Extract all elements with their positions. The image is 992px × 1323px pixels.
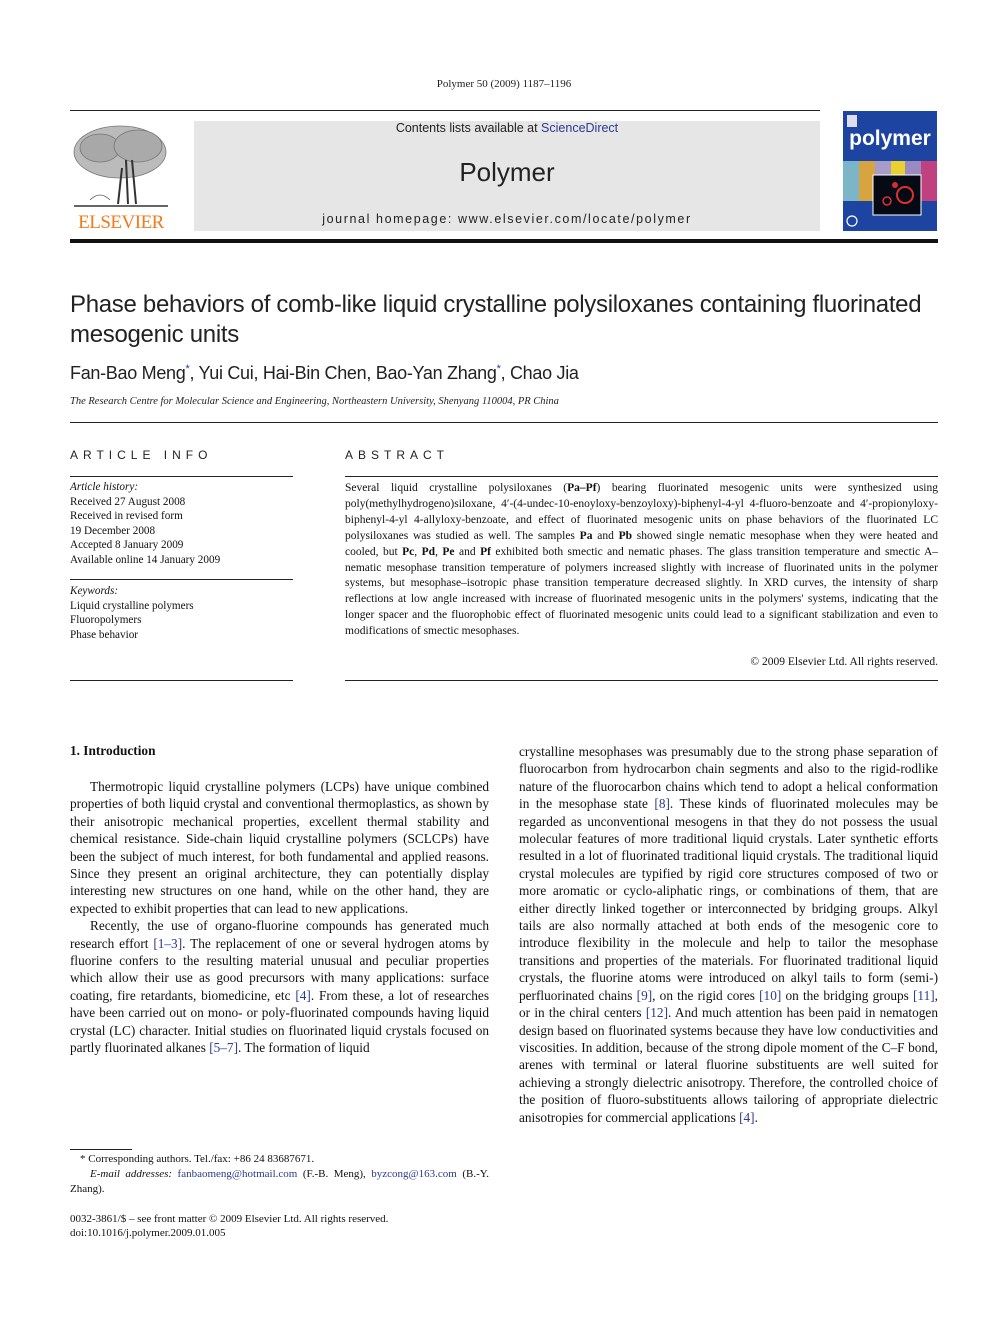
body-paragraph: Recently, the use of organo-fluorine com… [70,917,489,1056]
citation-link[interactable]: [11] [913,988,935,1003]
corresponding-author-footnote: * Corresponding authors. Tel./fax: +86 2… [70,1152,489,1197]
email-owner: (F.-B. Meng), [302,1168,366,1180]
title-divider [70,422,938,423]
sample-label: Pd [421,545,436,558]
elsevier-wordmark: ELSEVIER [78,212,164,233]
citation-link[interactable]: [9] [637,988,653,1003]
article-info-rule [70,476,293,477]
cover-art-icon [843,115,937,227]
contents-prefix: Contents lists available at [395,121,542,135]
text-run: and [592,529,619,542]
sample-label: Pc [402,545,415,558]
abstract-copyright: © 2009 Elsevier Ltd. All rights reserved… [750,656,938,668]
history-item: Accepted 8 January 2009 [70,539,184,552]
citation-link[interactable]: [4] [295,988,311,1003]
abstract-text: Several liquid crystalline polysiloxanes… [345,481,938,640]
doi-link[interactable]: doi:10.1016/j.polymer.2009.01.005 [70,1226,489,1240]
article-info-rule [70,680,293,681]
author-name[interactable]: Bao-Yan Zhang [376,363,497,383]
corresponding-mark[interactable]: * [185,363,189,375]
front-matter: 0032-3861/$ – see front matter © 2009 El… [70,1212,489,1241]
history-label: Article history: [70,481,139,493]
text-run: , on the rigid cores [652,987,760,1003]
history-item: 19 December 2008 [70,524,156,537]
sciencedirect-link[interactable]: ScienceDirect [541,121,618,135]
text-run: , [414,545,422,558]
contents-line: Contents lists available at ScienceDirec… [194,121,820,135]
author-name[interactable]: Chao Jia [510,363,579,383]
text-run: . The formation of liquid [238,1040,370,1056]
footnote-corresponding: Corresponding authors. Tel./fax: +86 24 … [88,1153,315,1165]
header-thick-rule [70,239,938,243]
author-list: Fan-Bao Meng*, Yui Cui, Hai-Bin Chen, Ba… [70,363,579,383]
text-run: Several liquid crystalline polysiloxanes… [345,482,568,494]
journal-homepage-link[interactable]: journal homepage: www.elsevier.com/locat… [194,212,820,226]
corresponding-mark[interactable]: * [497,363,501,375]
text-run: Thermotropic liquid crystalline polymers… [70,779,489,916]
citation-link[interactable]: [12] [646,1005,668,1020]
abstract-heading: ABSTRACT [345,448,450,462]
email-link-meng[interactable]: fanbaomeng@hotmail.com [178,1168,298,1180]
elsevier-logo[interactable]: ELSEVIER [70,120,172,234]
text-run: on the bridging groups [781,987,913,1003]
sample-label: Pb [618,529,633,542]
article-title: Phase behaviors of comb-like liquid crys… [70,291,922,348]
keyword-item: Liquid crystalline polymers [70,599,194,612]
citation-link[interactable]: [10] [759,988,781,1003]
history-item: Received in revised form [70,510,183,523]
keyword-item: Fluoropolymers [70,614,142,627]
footnote-mark: * [80,1153,86,1165]
email-link-zhang[interactable]: byzcong@163.com [371,1168,457,1180]
text-run: . [754,1109,758,1125]
body-column-left: Thermotropic liquid crystalline polymers… [70,778,489,1057]
keywords: Keywords: Liquid crystalline polymers Fl… [70,584,293,642]
author-name[interactable]: Hai-Bin Chen [263,363,367,383]
body-paragraph: Thermotropic liquid crystalline polymers… [70,778,489,917]
sample-label: Pa [579,529,593,542]
abstract-rule [345,680,938,681]
keyword-item: Phase behavior [70,628,139,641]
article-history: Article history: Received 27 August 2008… [70,480,293,568]
text-run: exhibited both smectic and nematic phase… [345,545,939,638]
footnote-rule [70,1149,132,1150]
body-paragraph: crystalline mesophases was presumably du… [519,743,938,1126]
citation-link[interactable]: [1–3] [153,936,182,951]
sample-label: Pf [480,545,491,558]
text-run: . These kinds of fluorinated molecules m… [519,796,939,1003]
journal-reference: Polymer 50 (2009) 1187–1196 [436,78,572,90]
journal-title: Polymer [459,157,555,187]
keywords-label: Keywords: [70,585,119,597]
email-label: E-mail addresses: [90,1168,173,1180]
citation-link[interactable]: [5–7] [209,1040,238,1055]
elsevier-tree-icon [73,125,168,207]
citation-link[interactable]: [4] [739,1110,755,1125]
article-info-heading: ARTICLE INFO [70,448,213,462]
section-heading-introduction: 1. Introduction [70,743,156,758]
issn-line: 0032-3861/$ – see front matter © 2009 El… [70,1213,389,1225]
history-item: Available online 14 January 2009 [70,553,221,566]
abstract-rule [345,476,938,477]
affiliation: The Research Centre for Molecular Scienc… [70,396,559,407]
body-column-right: crystalline mesophases was presumably du… [519,743,938,1126]
sample-label: Pe [442,545,455,558]
journal-cover[interactable]: polymer [843,111,937,231]
text-run: and [454,545,481,558]
citation-link[interactable]: [8] [654,796,670,811]
sample-label: Pa–Pf [567,482,597,494]
top-rule [70,110,820,111]
text-run: . And much attention has been paid in ne… [519,1005,938,1125]
article-info-rule [70,579,293,580]
history-item: Received 27 August 2008 [70,495,186,508]
author-name[interactable]: Fan-Bao Meng [70,363,186,383]
author-name[interactable]: Yui Cui [199,363,254,383]
